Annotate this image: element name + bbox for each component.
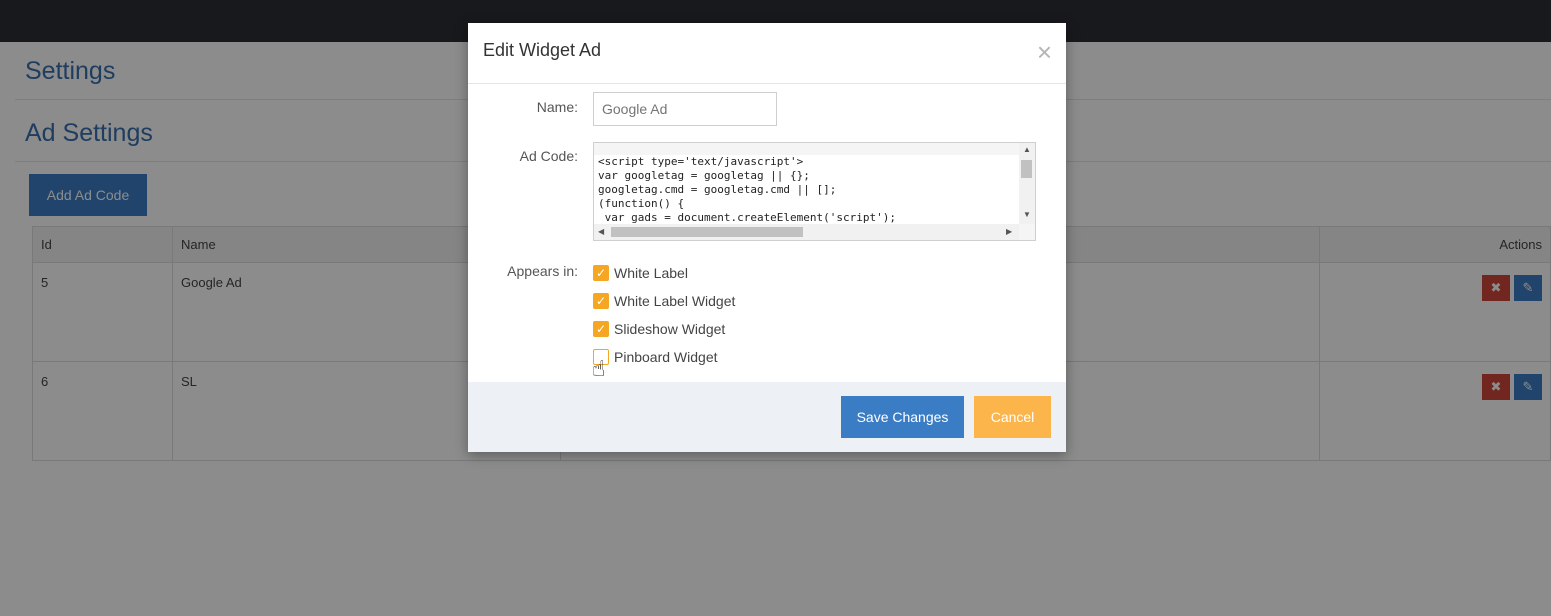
save-changes-button[interactable]: Save Changes xyxy=(841,396,964,438)
checkmark-icon[interactable]: ✓ xyxy=(593,293,609,309)
ad-code-label: Ad Code: xyxy=(519,148,578,164)
code-line: (function() { xyxy=(598,197,685,210)
code-line: <script type='text/javascript'> xyxy=(598,155,804,168)
option-white-label-widget[interactable]: ✓ White Label Widget xyxy=(593,291,735,311)
vertical-scroll-thumb[interactable] xyxy=(1021,160,1032,178)
appears-in-label: Appears in: xyxy=(507,263,578,279)
name-input[interactable] xyxy=(593,92,777,126)
name-label: Name: xyxy=(536,99,578,115)
edit-widget-ad-modal: Edit Widget Ad × Name: Ad Code: <script … xyxy=(468,23,1066,452)
modal-title: Edit Widget Ad xyxy=(483,40,602,60)
option-label: White Label xyxy=(614,265,688,281)
option-pinboard-widget[interactable]: Pinboard Widget xyxy=(593,347,718,367)
option-white-label[interactable]: ✓ White Label xyxy=(593,263,688,283)
scroll-down-icon[interactable]: ▼ xyxy=(1023,211,1031,219)
hand-cursor-icon: ☝ xyxy=(592,356,606,381)
option-label: Pinboard Widget xyxy=(614,349,718,365)
scroll-up-icon[interactable]: ▲ xyxy=(1023,146,1031,154)
ad-code-content[interactable]: <script type='text/javascript'> var goog… xyxy=(594,155,1019,226)
option-label: White Label Widget xyxy=(614,293,736,309)
option-label: Slideshow Widget xyxy=(614,321,726,337)
code-line: var gads = document.createElement('scrip… xyxy=(598,211,897,224)
horizontal-scrollbar[interactable]: ◀ ▶ xyxy=(594,224,1019,240)
modal-header: Edit Widget Ad × xyxy=(468,23,1066,84)
code-line: var googletag = googletag || {}; xyxy=(598,169,810,182)
vertical-scrollbar[interactable]: ▲ ▼ xyxy=(1019,143,1035,224)
close-icon[interactable]: × xyxy=(1037,39,1052,65)
modal-footer: Save Changes Cancel xyxy=(468,382,1066,452)
code-line: googletag.cmd = googletag.cmd || []; xyxy=(598,183,837,196)
horizontal-scroll-thumb[interactable] xyxy=(611,227,803,237)
scroll-left-icon[interactable]: ◀ xyxy=(598,228,604,236)
checkmark-icon[interactable]: ✓ xyxy=(593,265,609,281)
ad-code-textarea[interactable]: <script type='text/javascript'> var goog… xyxy=(593,142,1036,241)
cancel-button[interactable]: Cancel xyxy=(974,396,1051,438)
checkmark-icon[interactable]: ✓ xyxy=(593,321,609,337)
scroll-right-icon[interactable]: ▶ xyxy=(1006,228,1012,236)
option-slideshow-widget[interactable]: ✓ Slideshow Widget xyxy=(593,319,725,339)
